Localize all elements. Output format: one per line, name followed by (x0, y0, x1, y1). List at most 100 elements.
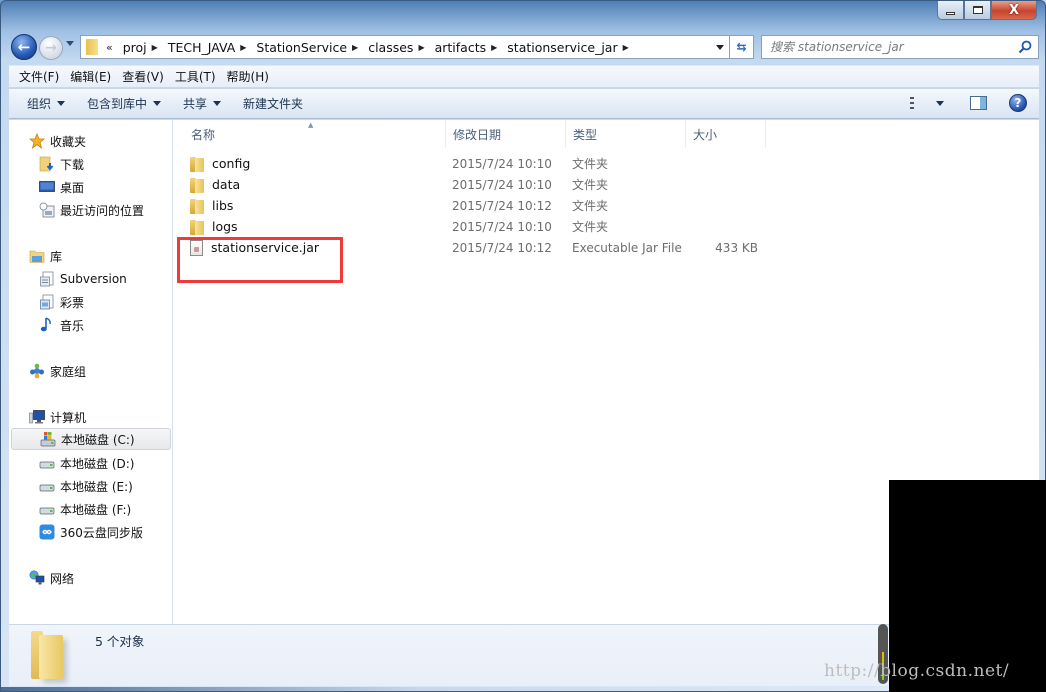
drive-icon (39, 501, 55, 517)
menu-view[interactable]: 查看(V) (117, 68, 169, 85)
address-dropdown-button[interactable] (716, 45, 724, 50)
column-header-date-modified[interactable]: 修改日期 (446, 120, 566, 148)
column-header-type[interactable]: 类型 (566, 120, 686, 148)
breadcrumb-overflow-button[interactable]: « (106, 41, 113, 54)
breadcrumb-item[interactable]: proj (113, 40, 152, 55)
breadcrumb-item[interactable]: classes (358, 40, 418, 55)
sidebar-item-favorites[interactable]: 收藏夹 (28, 130, 86, 152)
item-count: 5 个对象 (95, 634, 145, 649)
column-header-size[interactable]: 大小 (686, 120, 766, 148)
include-in-library-button[interactable]: 包含到库中 (78, 95, 170, 112)
sidebar-item-lottery[interactable]: 彩票 (39, 291, 84, 313)
help-icon[interactable]: ? (1009, 94, 1027, 112)
file-row-logs[interactable]: logs 2015/7/24 10:10 文件夹 (174, 216, 774, 237)
sidebar-item-recent-places[interactable]: 最近访问的位置 (39, 199, 144, 221)
share-button[interactable]: 共享 (174, 95, 230, 112)
menu-tools[interactable]: 工具(T) (170, 68, 221, 85)
sidebar-item-computer[interactable]: 计算机 (29, 406, 86, 428)
search-box[interactable] (761, 35, 1039, 59)
breadcrumb: proj ▶ TECH_JAVA ▶ StationService ▶ clas… (113, 40, 629, 55)
new-folder-button[interactable]: 新建文件夹 (234, 95, 312, 112)
navigation-pane[interactable]: 收藏夹 下载 桌面 最近访问的位置 库 Subversion 彩票 音乐 家庭组… (9, 120, 173, 624)
preview-pane-icon[interactable] (970, 96, 987, 110)
navigation-bar: ← → « proj ▶ TECH_JAVA ▶ StationService … (9, 32, 1039, 60)
sidebar-item-drive-d[interactable]: 本地磁盘 (D:) (39, 452, 134, 474)
sidebar-item-label: 彩票 (60, 295, 85, 310)
file-size: 433 KB (715, 240, 758, 255)
column-header-label: 名称 (191, 127, 216, 142)
sidebar-item-drive-e[interactable]: 本地磁盘 (E:) (39, 475, 133, 497)
sidebar-item-label: 下载 (60, 157, 85, 172)
document-library-icon (39, 294, 55, 310)
file-name: libs (212, 198, 234, 213)
sidebar-item-360-cloud[interactable]: 360云盘同步版 (39, 521, 143, 543)
drive-icon (39, 478, 55, 494)
sidebar-item-drive-c[interactable]: 本地磁盘 (C:) (11, 428, 171, 450)
breadcrumb-item[interactable]: StationService (246, 40, 352, 55)
minimize-button[interactable] (937, 1, 964, 20)
file-type: 文件夹 (572, 178, 609, 192)
file-type: Executable Jar File (572, 240, 682, 255)
large-folder-icon (31, 629, 67, 681)
music-icon (39, 317, 55, 333)
breadcrumb-separator-icon[interactable]: ▶ (623, 43, 629, 52)
search-icon[interactable] (1018, 40, 1032, 54)
file-type: 文件夹 (572, 157, 609, 171)
file-row-libs[interactable]: libs 2015/7/24 10:12 文件夹 (174, 195, 774, 216)
address-bar[interactable]: « proj ▶ TECH_JAVA ▶ StationService ▶ cl… (80, 35, 730, 59)
sidebar-item-music[interactable]: 音乐 (39, 314, 84, 336)
maximize-button[interactable] (964, 1, 991, 20)
sidebar-item-drive-f[interactable]: 本地磁盘 (F:) (39, 498, 131, 520)
sidebar-item-network[interactable]: 网络 (29, 567, 74, 589)
new-folder-label: 新建文件夹 (243, 97, 304, 111)
library-icon (29, 248, 45, 264)
breadcrumb-item[interactable]: stationservice_jar (497, 40, 622, 55)
file-row-data[interactable]: data 2015/7/24 10:10 文件夹 (174, 174, 774, 195)
sidebar-item-label: 本地磁盘 (C:) (61, 432, 135, 447)
downloads-folder-icon (39, 156, 55, 172)
menu-file[interactable]: 文件(F) (9, 68, 64, 85)
back-button[interactable]: ← (11, 34, 37, 60)
breadcrumb-item[interactable]: artifacts (425, 40, 492, 55)
content-area: 收藏夹 下载 桌面 最近访问的位置 库 Subversion 彩票 音乐 家庭组… (9, 120, 1039, 624)
sidebar-item-label: 本地磁盘 (F:) (60, 502, 132, 517)
view-controls: ? (910, 94, 1027, 112)
document-library-icon (39, 271, 55, 287)
folder-icon (190, 198, 204, 214)
file-row-config[interactable]: config 2015/7/24 10:10 文件夹 (174, 153, 774, 174)
menu-help[interactable]: 帮助(H) (222, 68, 274, 85)
recent-pages-dropdown[interactable] (66, 41, 74, 46)
close-button[interactable]: X (991, 1, 1037, 20)
network-icon (29, 570, 45, 586)
sidebar-item-downloads[interactable]: 下载 (39, 153, 84, 175)
sidebar-item-libraries[interactable]: 库 (29, 245, 62, 267)
column-header-name[interactable]: 名称 (184, 120, 446, 148)
system-drive-icon (40, 431, 56, 447)
sidebar-item-desktop[interactable]: 桌面 (39, 176, 84, 198)
organize-button[interactable]: 组织 (9, 95, 74, 112)
sidebar-item-subversion[interactable]: Subversion (39, 268, 127, 290)
menu-edit[interactable]: 编辑(E) (65, 68, 116, 85)
forward-button[interactable]: → (39, 36, 63, 60)
refresh-button[interactable]: ⇆ (730, 35, 754, 59)
file-name: data (212, 177, 241, 192)
organize-label: 组织 (27, 97, 52, 111)
maximize-icon (972, 6, 983, 14)
drive-icon (39, 455, 55, 471)
file-type: 文件夹 (572, 220, 609, 234)
cloud-sync-icon (39, 524, 55, 540)
file-date-modified: 2015/7/24 10:10 (452, 177, 552, 192)
chevron-down-icon (57, 101, 66, 106)
close-icon: X (1008, 2, 1020, 18)
file-date-modified: 2015/7/24 10:10 (452, 156, 552, 171)
chevron-down-icon (213, 101, 222, 106)
sidebar-item-homegroup[interactable]: 家庭组 (29, 360, 86, 382)
view-options-dropdown[interactable] (936, 100, 944, 106)
search-input[interactable] (770, 40, 1010, 54)
breadcrumb-item[interactable]: TECH_JAVA (158, 40, 240, 55)
change-view-icon[interactable] (910, 96, 926, 110)
homegroup-icon (29, 363, 45, 379)
sidebar-item-label: 本地磁盘 (D:) (60, 456, 135, 471)
sidebar-item-label: Subversion (60, 272, 127, 286)
file-date-modified: 2015/7/24 10:12 (452, 240, 552, 255)
